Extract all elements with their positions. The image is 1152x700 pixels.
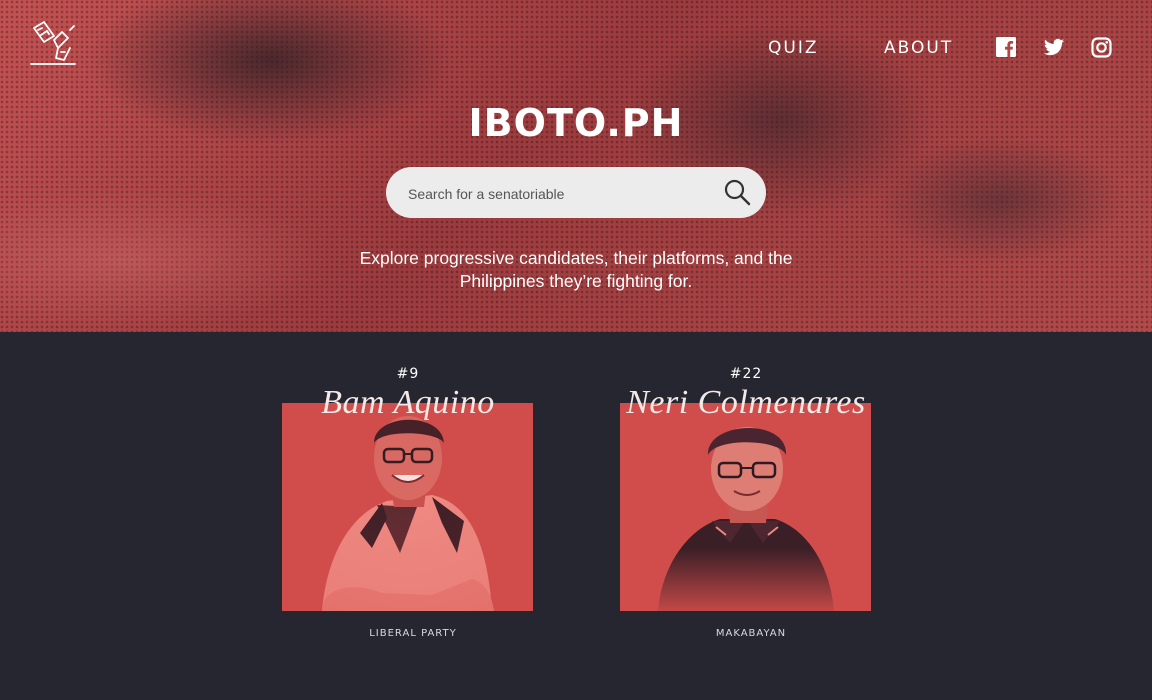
candidate-photo[interactable] xyxy=(282,403,533,611)
hero-banner: QUIZ ABOUT IBOTO.PH Explore progressive … xyxy=(0,0,1152,332)
candidate-party: LIBERAL PARTY xyxy=(369,628,457,639)
instagram-icon[interactable] xyxy=(1091,37,1113,59)
candidate-party: MAKABAYAN xyxy=(715,628,787,639)
search-icon[interactable] xyxy=(723,178,751,206)
site-title: IBOTO.PH xyxy=(468,101,684,145)
candidate-portrait-image xyxy=(620,403,871,611)
candidate-number: #22 xyxy=(729,366,763,382)
facebook-icon[interactable] xyxy=(996,37,1018,59)
ballot-box-hand-icon[interactable] xyxy=(28,18,80,68)
search-bar xyxy=(386,167,766,220)
candidate-name[interactable]: Bam Aquino xyxy=(242,384,574,422)
nav-quiz-link[interactable]: QUIZ xyxy=(768,38,818,58)
search-input[interactable] xyxy=(406,167,710,220)
candidate-portrait-image xyxy=(282,403,533,611)
candidate-number: #9 xyxy=(396,366,420,382)
candidate-card[interactable]: #22 Neri Colmenares MAKABAYAN xyxy=(620,366,872,639)
candidate-card[interactable]: #9 Bam Aquino LIBERAL PARTY xyxy=(282,366,534,639)
twitter-icon[interactable] xyxy=(1043,37,1065,59)
nav-about-link[interactable]: ABOUT xyxy=(884,38,953,58)
candidate-photo[interactable] xyxy=(620,403,871,611)
tagline: Explore progressive candidates, their pl… xyxy=(359,248,793,291)
candidate-name[interactable]: Neri Colmenares xyxy=(580,384,912,422)
